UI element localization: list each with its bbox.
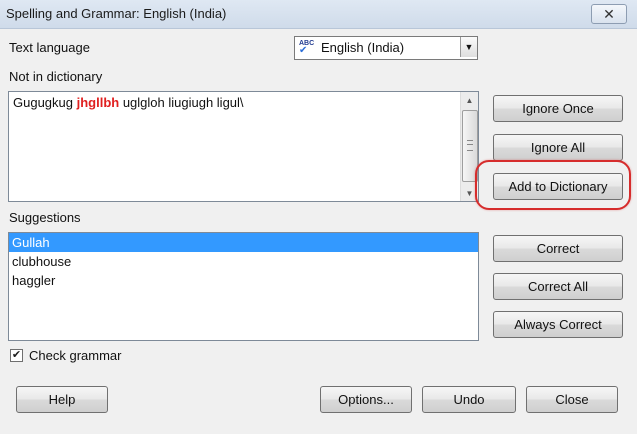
window-close-button[interactable]: ✕: [591, 4, 627, 24]
not-in-dictionary-label: Not in dictionary: [9, 69, 103, 84]
text-language-label: Text language: [9, 40, 90, 55]
ignore-all-button[interactable]: Ignore All: [493, 134, 623, 161]
scroll-up-icon[interactable]: ▲: [461, 92, 478, 108]
options-button[interactable]: Options...: [320, 386, 412, 413]
not-in-dictionary-textbox[interactable]: Gugugkug jhgllbh uglgloh liugiugh ligul\…: [8, 91, 479, 202]
check-grammar-checkbox[interactable]: ✔: [10, 349, 23, 362]
text-before-error: Gugugkug: [13, 95, 77, 110]
suggestions-list[interactable]: Gullah clubhouse haggler: [8, 232, 479, 341]
help-button[interactable]: Help: [16, 386, 108, 413]
close-icon: ✕: [603, 5, 615, 22]
title-bar: Spelling and Grammar: English (India) ✕: [0, 0, 637, 29]
suggestion-item-selected[interactable]: Gullah: [9, 233, 478, 252]
suggestion-item[interactable]: clubhouse: [9, 252, 478, 271]
dialog-body: Text language ABC ✔ English (India) ▼ Not…: [0, 29, 637, 434]
sentence-text[interactable]: Gugugkug jhgllbh uglgloh liugiugh ligul\: [13, 95, 244, 110]
check-grammar-label[interactable]: Check grammar: [29, 348, 121, 363]
grip-icon: [467, 140, 473, 151]
undo-button[interactable]: Undo: [422, 386, 516, 413]
chevron-down-icon[interactable]: ▼: [460, 37, 477, 57]
suggestion-item[interactable]: haggler: [9, 271, 478, 290]
text-after-error: uglgloh liugiugh ligul\: [119, 95, 244, 110]
correct-button[interactable]: Correct: [493, 235, 623, 262]
checkmark-icon: ✔: [11, 349, 22, 361]
close-button[interactable]: Close: [526, 386, 618, 413]
correct-all-button[interactable]: Correct All: [493, 273, 623, 300]
ignore-once-button[interactable]: Ignore Once: [493, 95, 623, 122]
text-language-dropdown[interactable]: ABC ✔ English (India) ▼: [294, 36, 478, 60]
window-title: Spelling and Grammar: English (India): [6, 6, 227, 21]
abc-spellcheck-icon: ABC ✔: [299, 40, 315, 56]
suggestions-label: Suggestions: [9, 210, 81, 225]
add-to-dictionary-button[interactable]: Add to Dictionary: [493, 173, 623, 200]
always-correct-button[interactable]: Always Correct: [493, 311, 623, 338]
text-language-value: English (India): [321, 40, 405, 55]
misspelled-word: jhgllbh: [76, 95, 120, 110]
